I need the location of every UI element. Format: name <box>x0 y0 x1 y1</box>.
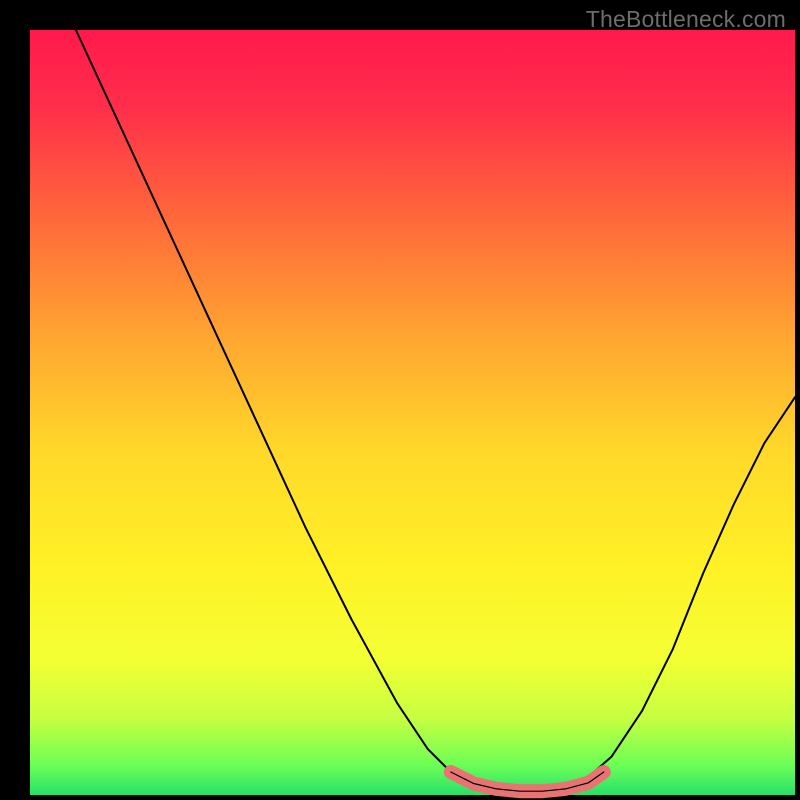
watermark-text: TheBottleneck.com <box>586 6 786 33</box>
chart-frame: TheBottleneck.com <box>0 0 800 800</box>
plot-background <box>30 30 795 795</box>
bottleneck-chart <box>0 0 800 800</box>
